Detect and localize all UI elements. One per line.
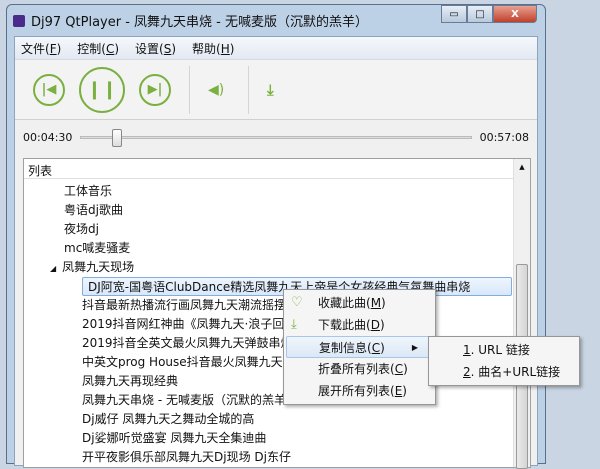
pause-icon: ❙❙ <box>86 79 118 100</box>
list-header: 列表 <box>24 159 530 179</box>
window-title: Dj97 QtPlayer - 凤舞九天串烧 - 无喊麦版（沉默的羔羊） <box>31 15 368 30</box>
menu-item-expand-all[interactable]: 展开所有列表(E) <box>286 380 433 402</box>
client-area: 文件(F) 控制(C) 设置(S) 帮助(H) |◀ ❙❙ ▶| ◀) ⤓ 00… <box>14 36 538 469</box>
download-icon: ⤓ <box>267 80 274 99</box>
category-item[interactable]: 工体音乐 <box>64 182 530 201</box>
pause-button[interactable]: ❙❙ <box>79 66 125 113</box>
copy-submenu: 1. URL 链接 2. 曲名+URL链接 <box>428 336 580 386</box>
minimize-button[interactable]: ▭ <box>441 5 467 23</box>
track-item[interactable]: 开平夜影俱乐部凤舞九天Dj现场 Dj东仔 <box>82 448 530 467</box>
app-icon <box>13 14 25 27</box>
track-item[interactable]: Dj娑娜听觉盛宴 凤舞九天全集迪曲 <box>82 429 530 448</box>
next-icon: ▶| <box>147 82 163 97</box>
menu-item-download[interactable]: ⤓ 下载此曲(D) <box>286 314 433 336</box>
heart-icon: ♡ <box>291 295 303 310</box>
app-window: Dj97 QtPlayer - 凤舞九天串烧 - 无喊麦版（沉默的羔羊） ▭ □… <box>6 4 546 469</box>
category-item[interactable]: mc喊麦骚麦 <box>64 239 530 258</box>
scrollbar[interactable]: ▲ <box>513 159 530 469</box>
expand-arrow-icon[interactable]: ◢ <box>50 264 56 273</box>
total-time: 00:57:08 <box>479 130 529 144</box>
next-button[interactable]: ▶| <box>139 73 171 106</box>
category-item-expanded[interactable]: ◢ 凤舞九天现场 <box>50 258 530 277</box>
menu-item-copy-info[interactable]: 复制信息(C) ▶ <box>286 336 433 358</box>
scroll-up-icon[interactable]: ▲ <box>514 163 530 171</box>
seek-slider[interactable] <box>80 128 472 147</box>
seek-bar: 00:04:30 00:57:08 <box>15 120 537 154</box>
context-menu: ♡ 收藏此曲(M) ⤓ 下载此曲(D) 复制信息(C) ▶ 折叠所有列表(C) 展开所… <box>283 289 436 405</box>
category-item[interactable]: 粤语dj歌曲 <box>64 201 530 220</box>
maximize-button[interactable]: □ <box>467 5 493 23</box>
menu-item-collapse-all[interactable]: 折叠所有列表(C) <box>286 358 433 380</box>
submenu-item-url[interactable]: 1. URL 链接 <box>431 339 577 361</box>
download-button[interactable]: ⤓ <box>267 81 274 99</box>
close-button[interactable]: X <box>493 5 537 23</box>
seek-thumb[interactable] <box>112 128 123 147</box>
category-item[interactable]: 夜场dj <box>64 220 530 239</box>
menu-settings[interactable]: 设置(S) <box>135 40 176 57</box>
title-bar: Dj97 QtPlayer - 凤舞九天串烧 - 无喊麦版（沉默的羔羊） <box>13 11 368 30</box>
menu-help[interactable]: 帮助(H) <box>192 40 234 57</box>
playlist-tree: 列表 工体音乐 粤语dj歌曲 夜场dj mc喊麦骚麦 ◢ 凤舞九天现场 DJ阿宽-… <box>23 158 531 469</box>
submenu-arrow-icon: ▶ <box>411 343 418 352</box>
volume-icon: ◀) <box>208 81 225 98</box>
download-icon: ⤓ <box>291 317 297 332</box>
previous-button[interactable]: |◀ <box>33 73 65 106</box>
volume-button[interactable]: ◀) <box>208 82 230 98</box>
toolbar: |◀ ❙❙ ▶| ◀) ⤓ <box>15 60 537 120</box>
elapsed-time: 00:04:30 <box>23 130 73 144</box>
menu-item-favorite[interactable]: ♡ 收藏此曲(M) <box>286 292 433 314</box>
track-item[interactable]: Dj威仔 凤舞九天之舞动全城的高 <box>82 410 530 429</box>
menu-control[interactable]: 控制(C) <box>77 40 119 57</box>
submenu-item-name-url[interactable]: 2. 曲名+URL链接 <box>431 361 577 383</box>
menu-file[interactable]: 文件(F) <box>21 40 61 57</box>
menu-bar: 文件(F) 控制(C) 设置(S) 帮助(H) <box>15 37 537 60</box>
prev-icon: |◀ <box>41 82 57 97</box>
